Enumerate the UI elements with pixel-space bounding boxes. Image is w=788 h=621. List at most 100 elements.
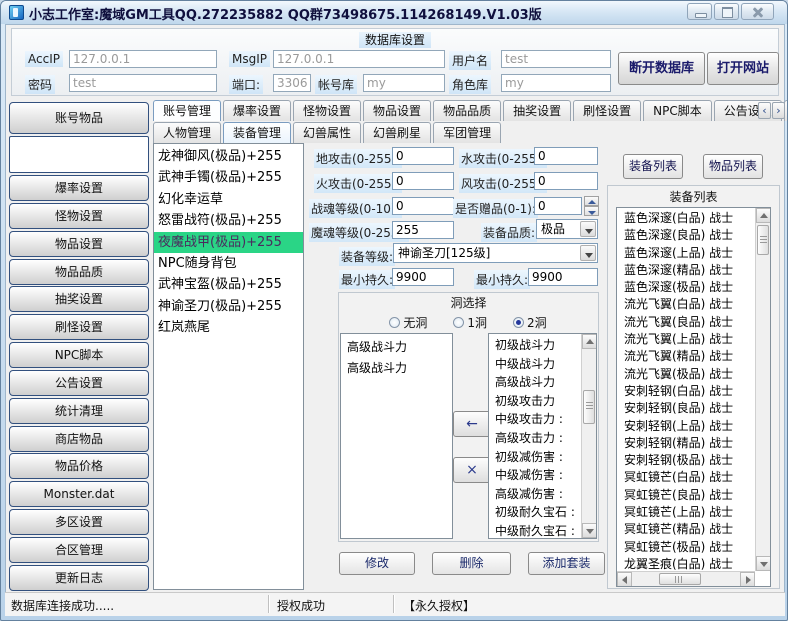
list-item[interactable]: 怒雷战符(极品)+255 [154,210,303,231]
equip-list-item[interactable]: 蓝色深邃(白品) 战士 [624,210,755,227]
msgip-input[interactable] [273,50,445,68]
gift-flag-input[interactable] [534,197,582,215]
delete-button[interactable]: 删除 [432,552,511,575]
sidebar-button[interactable]: 更新日志 [9,565,149,591]
scroll-up-icon[interactable] [582,334,597,349]
hole-radio[interactable]: 2洞 [513,314,547,331]
tab[interactable]: 幻兽属性 [293,122,361,143]
equip-list-item[interactable]: 流光飞翼(上品) 战士 [624,331,755,348]
spin-up-icon[interactable] [584,196,599,206]
sidebar-button[interactable]: 爆率设置 [9,175,149,201]
list-item[interactable]: 夜魔战甲(极品)+255 [154,232,303,253]
spin-down-icon[interactable] [584,206,599,216]
equip-list-item[interactable]: 蓝色深邃(上品) 战士 [624,245,755,262]
list-item[interactable]: 神谕圣刀(极品)+255 [154,296,303,317]
selected-gems-list[interactable]: 高级战斗力高级战斗力 [340,333,453,539]
tab[interactable]: NPC脚本 [643,100,712,121]
equip-list-item[interactable]: 安刺轻钢(极品) 战士 [624,452,755,469]
port-input[interactable] [273,74,311,92]
tab[interactable]: 爆率设置 [223,100,291,121]
fire-attack-input[interactable] [392,172,454,190]
equip-list-item[interactable]: 冥虹镜芒(极品) 战士 [624,539,755,556]
tab[interactable]: 刷怪设置 [573,100,641,121]
list-item[interactable]: 幻化幸运草 [154,189,303,210]
sidebar-button[interactable]: 抽奖设置 [9,286,149,312]
gem-item[interactable]: 高级减伤害 : [495,485,581,504]
equip-vertical-scrollbar[interactable] [755,208,770,571]
chevron-down-icon[interactable] [580,245,596,261]
gem-item[interactable]: 初级战斗力 [495,336,581,355]
equip-list-item[interactable]: 蓝色深邃(极品) 战士 [624,279,755,296]
sidebar-button[interactable]: 合区管理 [9,537,149,563]
magic-soul-level-input[interactable] [392,221,454,239]
equip-list-item[interactable]: 冥虹镜芒(精品) 战士 [624,521,755,538]
equip-grade-select[interactable]: 神谕圣刀[125级] [393,243,598,263]
equip-list-item[interactable]: 流光飞翼(极品) 战士 [624,366,755,383]
equip-list-item[interactable]: 流光飞翼(良品) 战士 [624,314,755,331]
tab-scroll-left-icon[interactable]: ‹ [758,102,771,119]
modify-button[interactable]: 修改 [339,552,415,575]
gem-item[interactable]: 中级战斗力 [495,355,581,374]
tab[interactable]: 抽奖设置 [503,100,571,121]
tab[interactable]: 幻兽刷星 [363,122,431,143]
min-durability-input-1[interactable] [392,268,454,286]
equip-list-button[interactable]: 装备列表 [623,154,683,179]
tab[interactable]: 物品品质 [433,100,501,121]
open-website-button[interactable]: 打开网站 [707,52,779,85]
scroll-up-icon[interactable] [756,208,771,223]
tab[interactable]: 军团管理 [433,122,501,143]
tab[interactable]: 装备管理 [223,122,291,143]
equip-horizontal-scrollbar[interactable] [617,571,755,586]
equip-list[interactable]: 蓝色深邃(白品) 战士蓝色深邃(良品) 战士蓝色深邃(上品) 战士蓝色深邃(精品… [616,207,771,587]
remove-gem-button[interactable]: × [453,457,491,483]
scrollbar-thumb[interactable] [757,225,769,255]
hole-radio[interactable]: 1洞 [453,314,487,331]
accip-input[interactable] [69,50,217,68]
scroll-left-icon[interactable] [617,572,632,587]
water-attack-input[interactable] [534,147,598,165]
equip-list-item[interactable]: 冥虹镜芒(上品) 战士 [624,504,755,521]
equip-list-item[interactable]: 安刺轻钢(良品) 战士 [624,400,755,417]
scroll-down-icon[interactable] [756,556,771,571]
equip-list-item[interactable]: 安刺轻钢(上品) 战士 [624,418,755,435]
war-soul-level-input[interactable] [392,197,454,215]
equip-list-item[interactable]: 安刺轻钢(精品) 战士 [624,435,755,452]
wind-attack-input[interactable] [534,172,598,190]
gems-vertical-scrollbar[interactable] [581,334,596,538]
tab[interactable]: 物品设置 [363,100,431,121]
close-button[interactable] [741,3,774,20]
hole-radio[interactable]: 无洞 [389,314,427,331]
earth-attack-input[interactable] [392,147,454,165]
sidebar-button[interactable]: 怪物设置 [9,203,149,229]
tab[interactable]: 账号管理 [153,100,221,121]
gem-item[interactable]: 中级耐久宝石 : [495,522,581,539]
tab-scroll-right-icon[interactable]: › [772,102,785,119]
gem-item[interactable]: 初级减伤害 : [495,448,581,467]
account-db-input[interactable] [363,74,445,92]
account-item-listbox[interactable] [9,136,149,173]
gem-item[interactable]: 初级攻击力 [495,392,581,411]
equip-quality-select[interactable]: 极品 [536,219,598,239]
sidebar-button[interactable]: 物品品质 [9,259,149,285]
available-gems-list[interactable]: 初级战斗力中级战斗力高级战斗力初级攻击力中级攻击力 :高级攻击力 :初级减伤害 … [488,333,597,539]
gem-item[interactable]: 初级耐久宝石 : [495,503,581,522]
role-db-input[interactable] [501,74,611,92]
gem-item[interactable]: 中级攻击力 : [495,410,581,429]
gem-item[interactable]: 中级减伤害 : [495,466,581,485]
equip-list-item[interactable]: 流光飞翼(白品) 战士 [624,296,755,313]
sidebar-item-account-items[interactable]: 账号物品 [9,102,149,134]
equipment-item-list[interactable]: 龙神御风(极品)+255武神手镯(极品)+255幻化幸运草怒雷战符(极品)+25… [153,143,304,590]
scroll-down-icon[interactable] [582,523,597,538]
sidebar-button[interactable]: 公告设置 [9,370,149,396]
list-item[interactable]: 武神手镯(极品)+255 [154,167,303,188]
disconnect-db-button[interactable]: 断开数据库 [618,52,705,85]
equip-list-item[interactable]: 蓝色深邃(精品) 战士 [624,262,755,279]
scroll-right-icon[interactable] [740,572,755,587]
minimize-button[interactable] [687,3,712,20]
maximize-button[interactable] [714,3,739,20]
tab[interactable]: 怪物设置 [293,100,361,121]
equip-list-item[interactable]: 冥虹镜芒(白品) 战士 [624,469,755,486]
chevron-down-icon[interactable] [580,221,596,237]
equip-list-item[interactable]: 蓝色深邃(良品) 战士 [624,227,755,244]
move-left-button[interactable]: ← [453,411,491,437]
